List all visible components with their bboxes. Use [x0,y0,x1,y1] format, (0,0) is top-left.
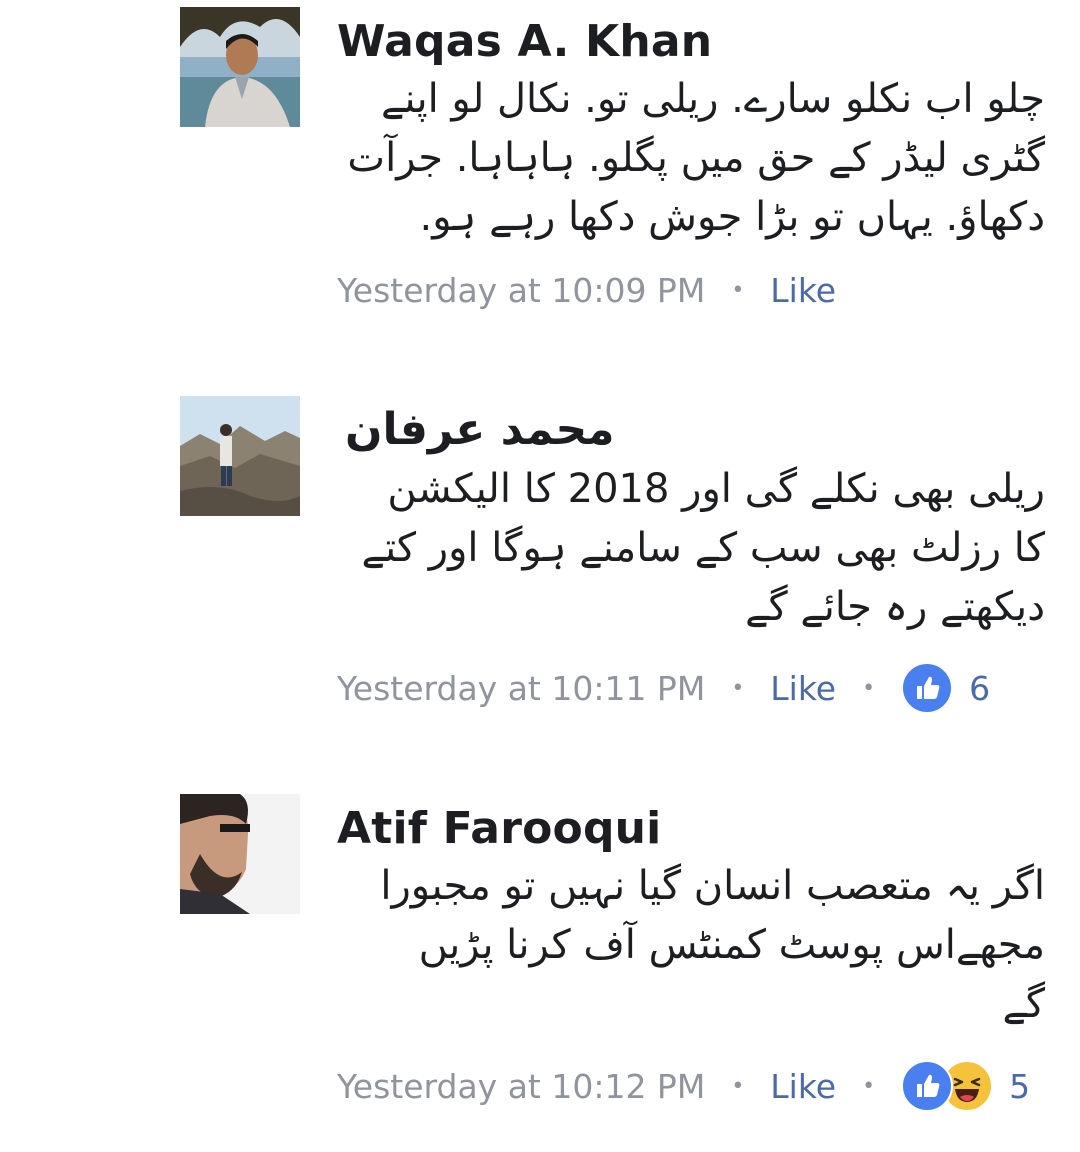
comment-text-line: کا رزلٹ بھی سب کے سامنے ہوگا اور کتے [361,525,1046,571]
comment-text-line: گٹری لیڈر کے حق میں پگلو. ہاہاہا. جرآت [347,135,1045,181]
comment-text: چلو اب نکلو سارے. ریلی تو. نکال لو اپنے … [340,70,1045,247]
like-icon [901,1060,954,1112]
like-icon [901,662,954,714]
comment-author[interactable]: محمد عرفان [345,404,615,455]
separator-dot: • [862,1073,876,1099]
comment-text: اگر یہ متعصب انسان گیا نہیں تو مجبورا مج… [340,857,1045,1034]
avatar[interactable] [180,396,300,516]
comment-author[interactable]: Waqas A. Khan [337,16,712,67]
comment-meta: Yesterday at 10:11 PM • Like • 6 [337,662,990,714]
like-button[interactable]: Like [770,1067,836,1106]
reactions-summary[interactable]: 6 [901,662,990,714]
comment-timestamp[interactable]: Yesterday at 10:11 PM [337,669,705,708]
comment-timestamp[interactable]: Yesterday at 10:09 PM [337,271,705,310]
comment-text-line: گے [1002,981,1045,1027]
comment-timestamp[interactable]: Yesterday at 10:12 PM [337,1067,705,1106]
like-button[interactable]: Like [770,271,836,310]
comment-text: ریلی بھی نکلے گی اور 2018 کا الیکشن کا ر… [340,460,1046,637]
comment-text-line: دیکھتے رہ جائے گے [745,584,1045,630]
separator-dot: • [731,675,745,701]
comment-author[interactable]: Atif Farooqui [337,803,661,854]
comment-text-line: اگر یہ متعصب انسان گیا نہیں تو مجبورا [380,863,1045,909]
separator-dot: • [731,277,745,303]
reaction-count: 6 [969,668,991,708]
reactions-summary[interactable]: 5 [901,1060,1030,1112]
comment-meta: Yesterday at 10:09 PM • Like [337,265,836,315]
avatar[interactable] [180,794,300,914]
reaction-count: 5 [1009,1066,1031,1106]
comment-meta: Yesterday at 10:12 PM • Like • 5 [337,1060,1030,1112]
separator-dot: • [862,675,876,701]
comment-text-line: ریلی بھی نکلے گی اور 2018 کا الیکشن [387,466,1045,512]
separator-dot: • [731,1073,745,1099]
comment-text-line: مجھےاس پوسٹ کمنٹس آف کرنا پڑیں [418,922,1045,968]
avatar[interactable] [180,7,300,127]
comment-text-line: دکھاؤ. یہاں تو بڑا جوش دکھا رہے ہو. [419,194,1045,240]
comment-text-line: چلو اب نکلو سارے. ریلی تو. نکال لو اپنے [380,76,1045,122]
like-button[interactable]: Like [770,669,836,708]
